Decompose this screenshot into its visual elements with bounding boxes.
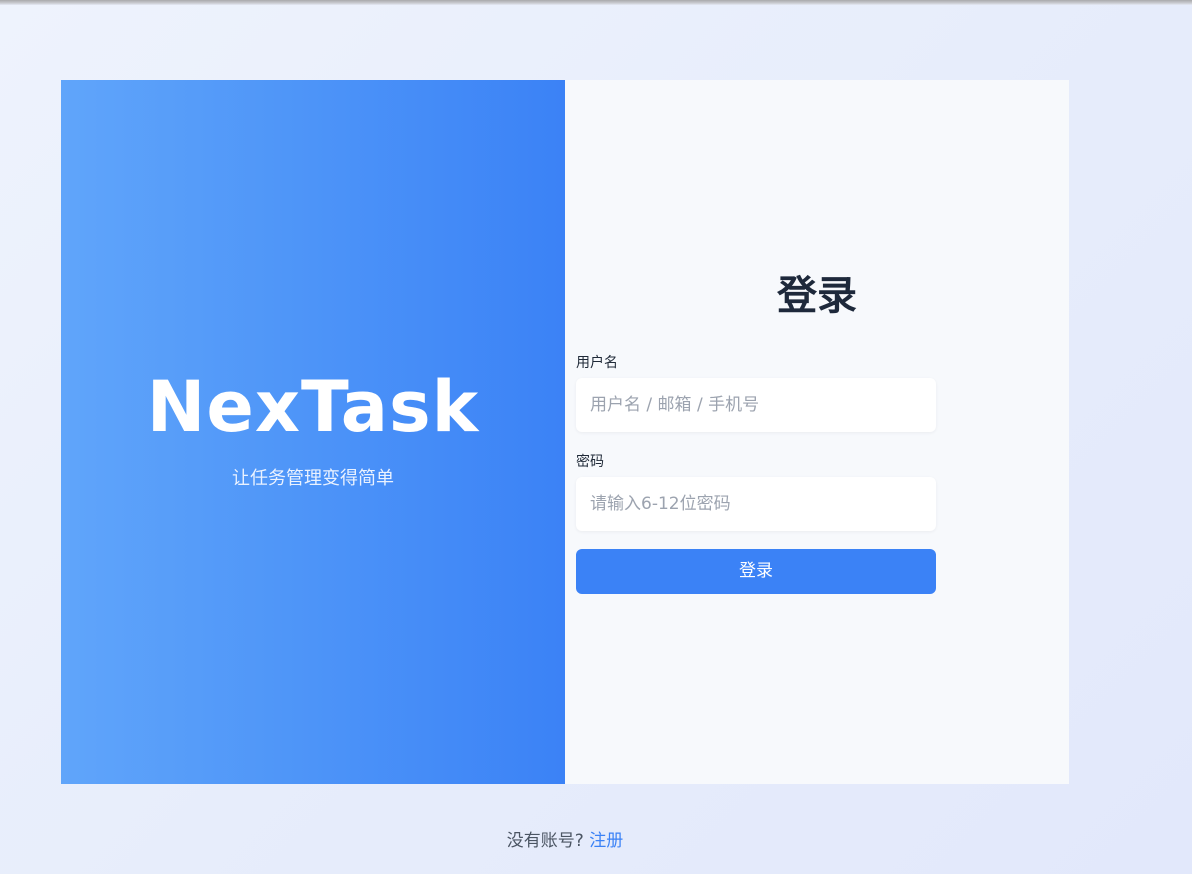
username-input[interactable] — [576, 378, 936, 432]
register-link[interactable]: 注册 — [589, 831, 623, 851]
login-card: NexTask 让任务管理变得简单 登录 — [61, 80, 1069, 784]
username-label: 用户名 — [576, 355, 618, 371]
brand-panel: NexTask 让任务管理变得简单 — [61, 80, 565, 784]
password-label: 密码 — [576, 454, 604, 470]
brand-name: NexTask — [146, 366, 480, 448]
login-form-panel: 登录 — [565, 80, 1069, 784]
password-input[interactable] — [576, 477, 936, 531]
login-button[interactable]: 登录 — [576, 549, 936, 594]
login-title: 登录 — [777, 273, 857, 319]
window-top-edge — [0, 0, 1192, 5]
register-prompt-text: 没有账号? — [506, 831, 584, 851]
brand-tagline: 让任务管理变得简单 — [232, 468, 394, 489]
register-prompt: 没有账号? 注册 — [0, 828, 1130, 854]
